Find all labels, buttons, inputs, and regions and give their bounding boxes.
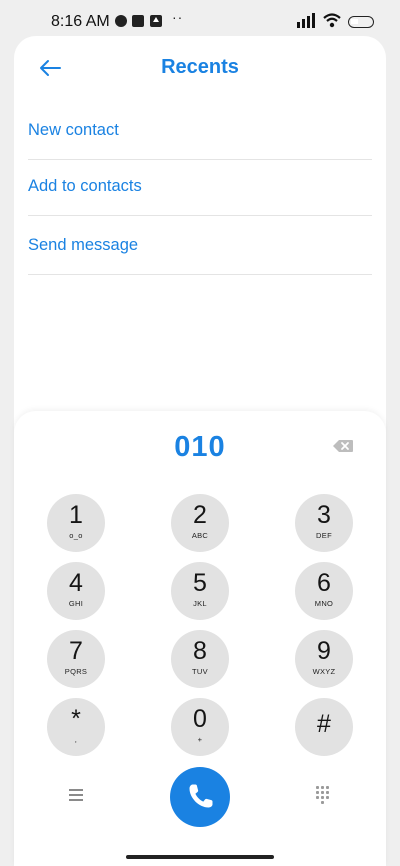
dial-key-letters: , (74, 735, 78, 744)
dial-key-letters: o_o (69, 531, 83, 540)
dial-key-digit: 4 (69, 569, 83, 597)
dialed-number: 010 (174, 431, 226, 463)
dial-key-5[interactable]: 5 JKL (171, 562, 229, 620)
dial-key-digit: 7 (69, 637, 83, 665)
dial-key-letters: ABC (191, 531, 209, 540)
dial-key-digit: 6 (317, 569, 331, 597)
dial-key-letters: PQRS (64, 667, 88, 676)
dial-key-4[interactable]: 4 GHI (47, 562, 105, 620)
dial-key-digit: 3 (317, 501, 331, 529)
backspace-icon[interactable] (332, 439, 354, 453)
send-message-option[interactable]: Send message (28, 216, 372, 275)
dialer-panel: 010 1 o_o 2 ABC 3 DEF 4 GHI 5 JKL 6 MNO … (14, 411, 386, 866)
dial-key-digit: # (317, 710, 331, 738)
dial-key-letters: MNO (314, 599, 334, 608)
dial-key-star[interactable]: * , (47, 698, 105, 756)
dial-key-6[interactable]: 6 MNO (295, 562, 353, 620)
dial-key-letters: WXYZ (312, 667, 336, 676)
dial-key-letters: JKL (193, 599, 207, 608)
more-notifications-icon: ·· (172, 9, 184, 25)
phone-icon (189, 784, 213, 808)
dial-key-2[interactable]: 2 ABC (171, 494, 229, 552)
dial-key-1[interactable]: 1 o_o (47, 494, 105, 552)
dial-key-7[interactable]: 7 PQRS (47, 630, 105, 688)
dial-key-digit: * (71, 705, 81, 733)
status-time: 8:16 AM (51, 13, 110, 30)
dial-key-0[interactable]: 0 + (171, 698, 229, 756)
signal-icon (297, 13, 317, 28)
dial-key-letters: TUV (192, 667, 208, 676)
dial-key-digit: 2 (193, 501, 207, 529)
new-contact-option[interactable]: New contact (28, 101, 372, 160)
dial-key-3[interactable]: 3 DEF (295, 494, 353, 552)
dial-key-digit: 1 (69, 501, 83, 529)
dial-key-hash[interactable]: # (295, 698, 353, 756)
dialpad-grid-icon[interactable] (315, 786, 331, 804)
call-button[interactable] (170, 767, 230, 827)
dial-key-letters: + (197, 735, 203, 744)
add-to-contacts-option[interactable]: Add to contacts (28, 157, 372, 216)
status-bar: 8:16 AM ·· (0, 0, 400, 36)
dial-key-8[interactable]: 8 TUV (171, 630, 229, 688)
upload-icon (150, 15, 162, 27)
dial-key-digit: 5 (193, 569, 207, 597)
dial-key-letters: DEF (316, 531, 332, 540)
recents-card: Recents New contact Add to contacts Send… (14, 36, 386, 456)
battery-icon (348, 16, 374, 28)
dial-key-digit: 0 (193, 705, 207, 733)
dial-key-9[interactable]: 9 WXYZ (295, 630, 353, 688)
dial-key-letters: GHI (68, 599, 84, 608)
dial-key-digit: 9 (317, 637, 331, 665)
notification-square-icon (132, 15, 144, 27)
home-indicator[interactable] (126, 855, 274, 859)
menu-lines-icon[interactable] (69, 788, 85, 802)
notification-circle-icon (115, 15, 127, 27)
wifi-icon (323, 13, 341, 28)
page-title: Recents (161, 56, 239, 78)
dial-key-digit: 8 (193, 637, 207, 665)
